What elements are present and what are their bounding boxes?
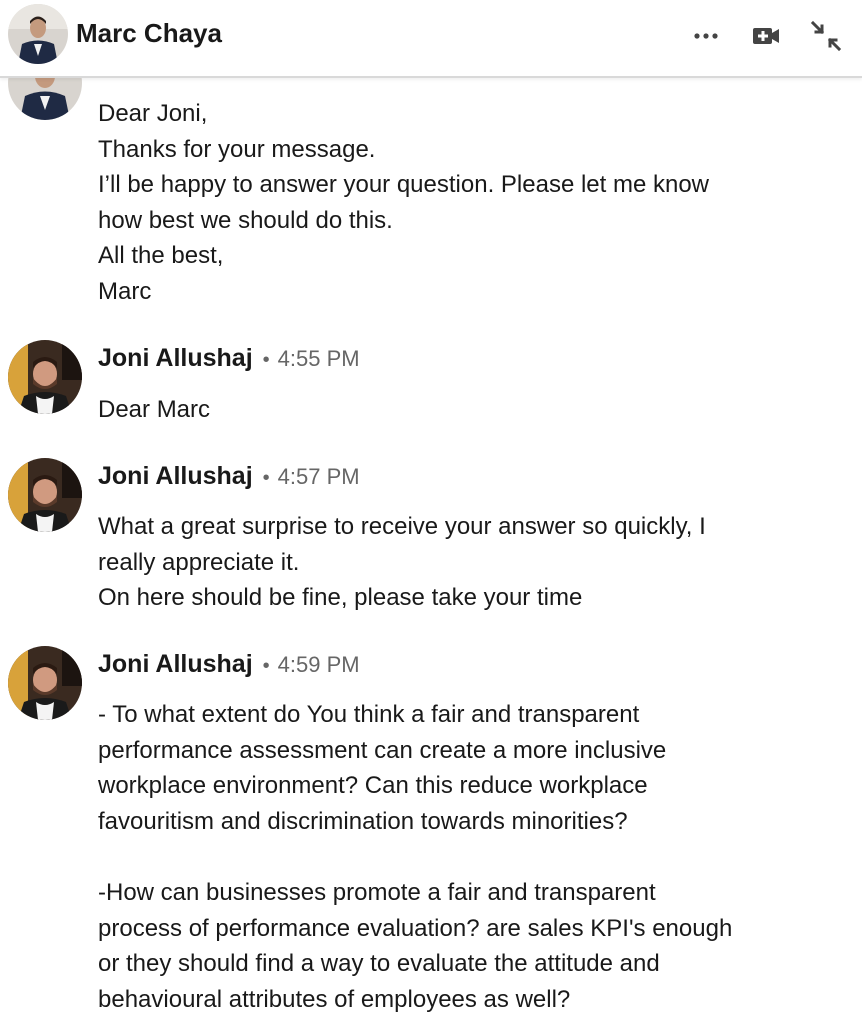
message-header: Joni Allushaj • 4:57 PM [98,462,360,491]
video-call-icon[interactable] [750,20,782,52]
message-header: Joni Allushaj • 4:55 PM [98,344,360,373]
more-icon[interactable] [690,20,722,52]
message-header: Joni Allushaj • 4:59 PM [98,650,360,679]
minimize-icon[interactable] [810,20,842,52]
message-time: 4:59 PM [277,652,360,677]
message-text: - To what extent do You think a fair and… [98,701,733,1013]
sender-name[interactable]: Joni Allushaj [98,462,253,490]
message-text: Dear Marc [98,396,211,423]
message-text: What a great surprise to receive your an… [98,513,706,612]
joni-avatar[interactable] [8,646,82,720]
conversation-header: Marc Chaya [0,0,862,78]
sender-name[interactable]: Joni Allushaj [98,344,253,372]
joni-avatar[interactable] [8,458,82,532]
joni-avatar[interactable] [8,340,82,414]
marc-avatar[interactable] [8,4,68,64]
message-time: 4:57 PM [277,464,360,489]
sender-name[interactable]: Joni Allushaj [98,650,253,678]
message-time: 4:55 PM [277,346,360,371]
message-text: Dear Joni, Thanks for your message. I’ll… [98,100,710,305]
separator-dot: • [262,655,270,677]
separator-dot: • [262,467,270,489]
separator-dot: • [262,349,270,371]
contact-name[interactable]: Marc Chaya [76,18,222,49]
